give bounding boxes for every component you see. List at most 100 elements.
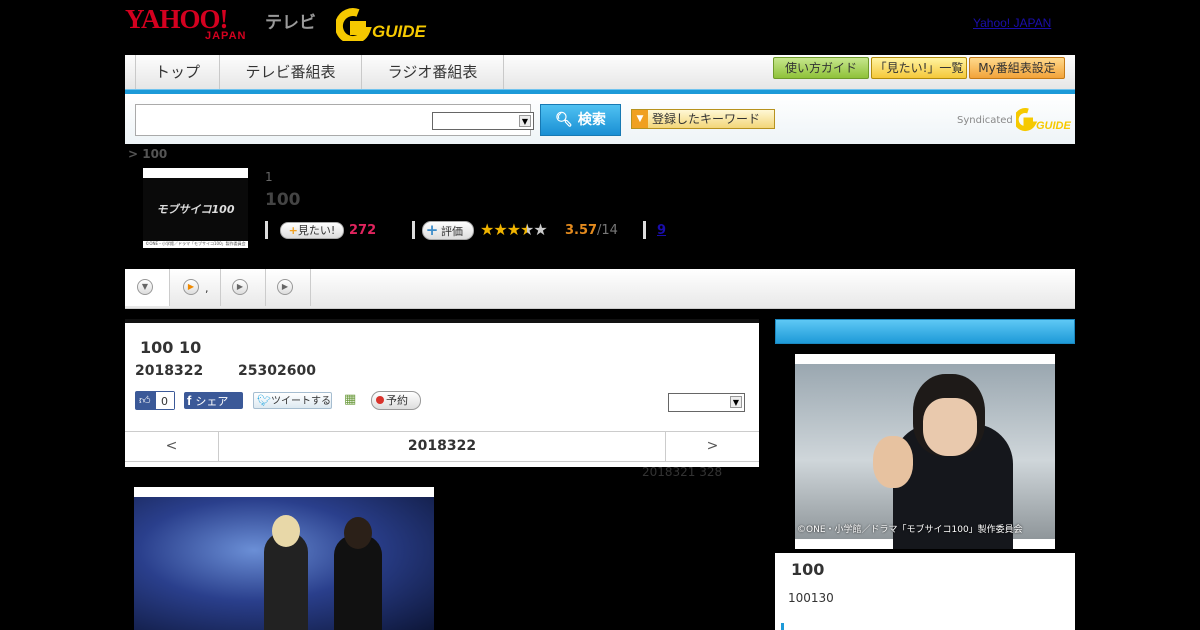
syndicated-gguide-logo: Syndicated GUIDE (957, 108, 1072, 132)
nav-tab-top[interactable]: トップ (135, 55, 220, 89)
star-empty-icon: ★ (533, 220, 547, 239)
search-icon: 🔍︎ (555, 112, 573, 128)
tweet-label: ツイートする (270, 396, 331, 407)
my-schedule-settings-button[interactable]: My番組表設定 (969, 57, 1065, 79)
facebook-like-button[interactable]: 👍︎ 0 (135, 391, 175, 410)
breadcrumb[interactable]: > 100 (128, 147, 167, 161)
next-day-button[interactable]: > (665, 432, 759, 461)
gguide-logo[interactable]: GUIDE (334, 7, 436, 44)
yahoo-logo-text: YAHOO! (125, 4, 229, 34)
nav-tab-tv-schedule[interactable]: テレビ番組表 (220, 55, 362, 89)
want-to-watch-count: 272 (349, 223, 377, 238)
scene-image[interactable] (134, 487, 434, 630)
star-icon: ★ (506, 220, 521, 239)
episode-panel: 100 10 2018322 25302600 👍︎ 0 f シェア 🐦︎ツイートす… (125, 319, 759, 467)
syndicated-logo-text: GUIDE (1036, 120, 1072, 132)
chevron-down-icon: ▼ (519, 115, 531, 127)
play-icon: ▶ (232, 279, 248, 295)
side-panel-header (775, 319, 1075, 344)
facebook-share-button[interactable]: f シェア (184, 392, 243, 409)
thumbnail-caption: ©ONE・小学館／ドラマ「モブサイコ100」製作委員会 (145, 241, 246, 246)
page: YAHOO! JAPAN テレビ GUIDE Yahoo! JAPAN トップ … (0, 0, 1200, 630)
gguide-logo-text: GUIDE (372, 22, 427, 41)
play-icon: ▶ (183, 279, 199, 295)
broadcast-time: 25302600 (238, 363, 316, 379)
usage-guide-button[interactable]: 使い方ガイド (773, 57, 869, 79)
want-to-watch-label: 見たい! (297, 224, 336, 237)
star-icon: ★ (493, 220, 507, 239)
want-to-watch-button[interactable]: +見たい! (280, 222, 344, 239)
star-half-icon: ★ (520, 220, 534, 239)
side-photo-frame: ©ONE・小学館／ドラマ「モブサイコ100」製作委員会 (775, 344, 1075, 553)
subtab-1[interactable]: ▼ (125, 269, 170, 306)
episode-title: 100 10 (140, 338, 202, 357)
reserve-button[interactable]: 予約 (371, 391, 421, 410)
scene-figure (272, 515, 300, 547)
registered-keywords-label: 登録したキーワード (652, 112, 761, 126)
reserve-label: 予約 (386, 394, 408, 407)
program-thumbnail[interactable]: モブサイコ100 ©ONE・小学館／ドラマ「モブサイコ100」製作委員会 (143, 168, 248, 248)
like-count: 0 (155, 392, 174, 409)
divider (412, 221, 415, 239)
yahoo-japan-logo[interactable]: YAHOO! JAPAN (125, 4, 245, 43)
subtab-dot: , (205, 282, 209, 295)
previous-day-button[interactable]: < (125, 432, 219, 461)
search-button[interactable]: 🔍︎ 検索 (540, 104, 621, 136)
rate-label: 評価 (441, 225, 463, 238)
japan-logo-text: JAPAN (205, 30, 247, 42)
review-count-link[interactable]: 9 (657, 223, 666, 238)
rating-stars: ★★★★★ (480, 220, 548, 239)
twitter-bird-icon: 🐦︎ (257, 394, 271, 407)
triangle-down-icon: ▼ (632, 110, 648, 128)
scene-figure (334, 535, 382, 630)
subtab-3[interactable]: ▶ (222, 269, 266, 306)
rate-button[interactable]: + 評価 (422, 221, 474, 240)
registered-keywords-button[interactable]: ▼ 登録したキーワード (631, 109, 775, 129)
photo-figure (923, 398, 977, 456)
record-dot-icon (376, 396, 384, 404)
side-photo-caption: ©ONE・小学館／ドラマ「モブサイコ100」製作委員会 (797, 525, 1023, 535)
plus-icon: + (288, 224, 298, 237)
side-subtitle: 100130 (788, 591, 834, 605)
search-category-select[interactable]: ▼ (432, 112, 534, 130)
subtab-4[interactable]: ▶ (267, 269, 311, 306)
tv-label[interactable]: テレビ (265, 8, 316, 33)
syndicated-label: Syndicated (957, 115, 1013, 126)
star-icon: ★ (480, 220, 494, 239)
tweet-button[interactable]: 🐦︎ツイートする (253, 392, 332, 409)
facebook-icon: f (187, 393, 192, 408)
photo-figure (873, 436, 913, 488)
scene-photo (134, 497, 434, 630)
main-nav: トップ テレビ番組表 ラジオ番組表 使い方ガイド 「見たい!」一覧 My番組表設… (125, 55, 1075, 89)
program-subtabs: ▼ ▶ , ▶ ▶ (125, 269, 1075, 309)
nav-tab-radio-schedule[interactable]: ラジオ番組表 (362, 55, 504, 89)
program-title: 100 (265, 190, 301, 210)
share-label: シェア (195, 395, 229, 408)
current-day-label: 2018322 (407, 438, 477, 454)
subtab-2[interactable]: ▶ , (171, 269, 221, 306)
broadcast-date: 2018322 (135, 363, 204, 379)
chevron-down-icon: ▼ (730, 396, 742, 408)
thumbs-up-icon: 👍︎ (139, 394, 151, 407)
play-icon: ▶ (277, 279, 293, 295)
rating-count: /14 (597, 223, 618, 238)
side-info: 100 100130 (775, 553, 1075, 630)
episode-label: 1 (265, 170, 273, 184)
episode-select[interactable]: ▼ (668, 393, 745, 412)
side-accent-bar (781, 623, 784, 630)
update-note: 2018321 328 (642, 465, 723, 479)
rating-value: 3.57 (565, 223, 598, 238)
scene-figure (344, 517, 372, 549)
search-button-label: 検索 (577, 112, 606, 128)
divider (643, 221, 646, 239)
yahoo-japan-link[interactable]: Yahoo! JAPAN (973, 16, 1051, 30)
plus-icon: + (425, 221, 439, 239)
side-title: 100 (791, 560, 825, 579)
thumbnail-logo: モブサイコ100 (143, 178, 248, 241)
watch-list-button[interactable]: 「見たい!」一覧 (871, 57, 967, 79)
calendar-icon[interactable]: ▦ (344, 392, 360, 408)
chevron-down-icon: ▼ (137, 279, 153, 295)
search-area: ▼ 🔍︎ 検索 ▼ 登録したキーワード Syndicated GUIDE (125, 94, 1075, 144)
divider (265, 221, 268, 239)
side-photo[interactable]: ©ONE・小学館／ドラマ「モブサイコ100」製作委員会 (795, 354, 1055, 549)
